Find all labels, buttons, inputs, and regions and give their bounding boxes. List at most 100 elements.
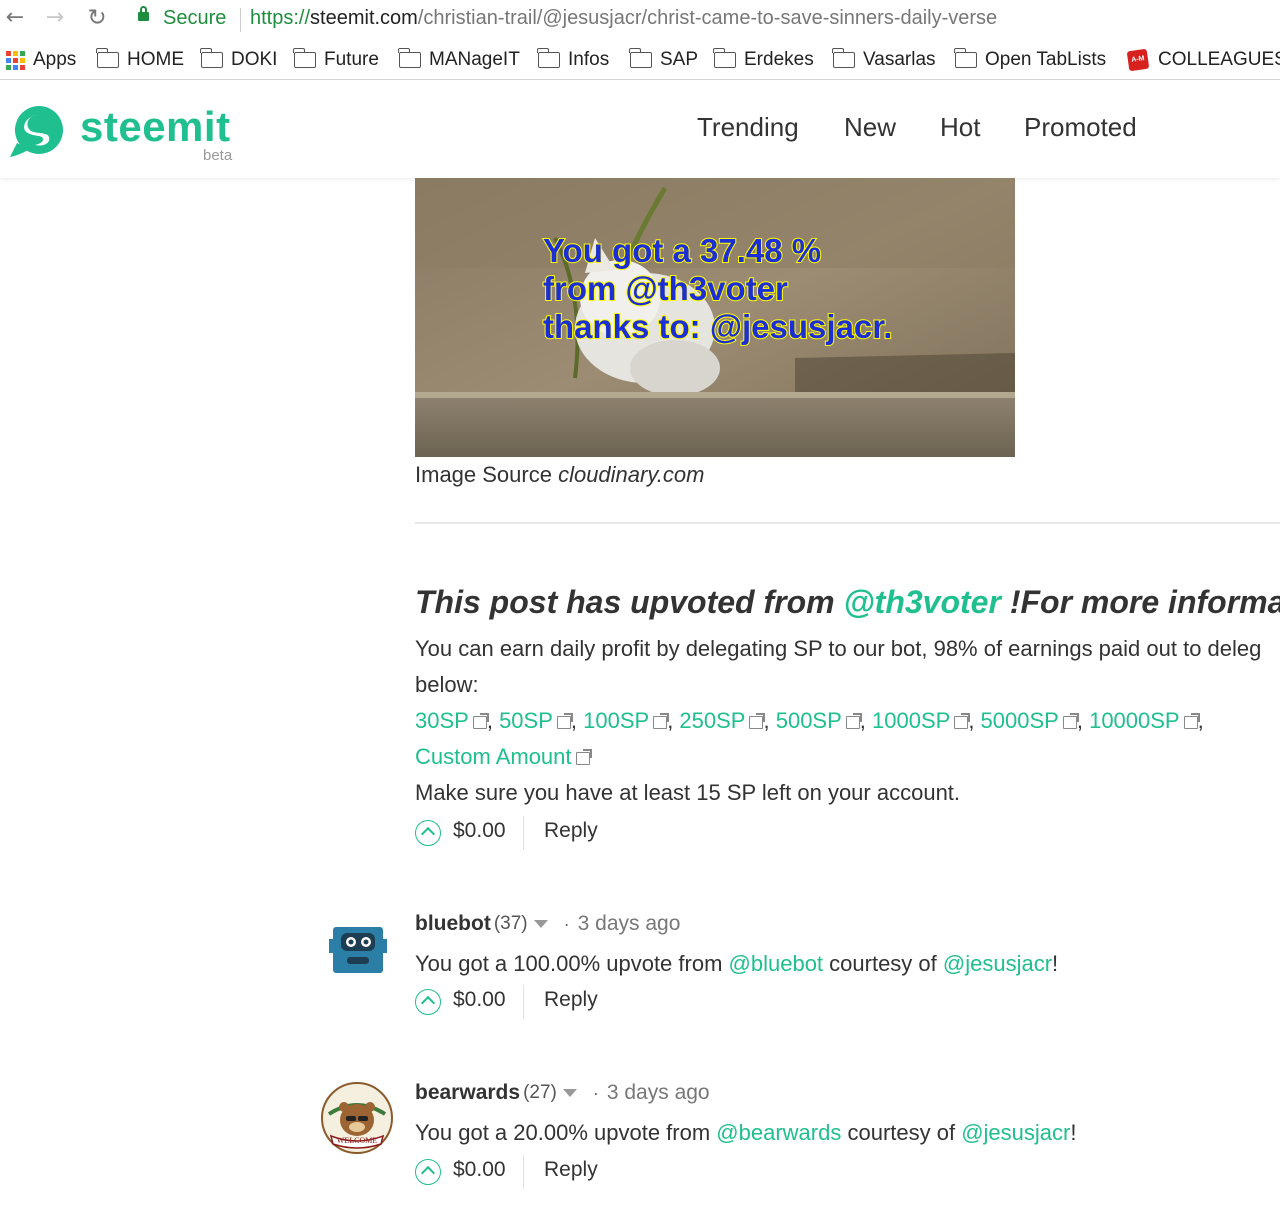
url-scheme: https:// <box>250 7 311 29</box>
delegate-30sp-link[interactable]: 30SP <box>415 708 489 733</box>
custom-amount-line: Custom Amount <box>415 744 592 770</box>
heading-user-link[interactable]: @th3voter <box>843 584 1000 620</box>
author-reputation: (27) <box>523 1082 557 1103</box>
chevron-down-icon[interactable] <box>562 1089 577 1097</box>
overlay-line-3: thanks to: @jesusjacr. <box>543 308 892 345</box>
bookmark-label: MANageIT <box>429 49 520 70</box>
nav-trending[interactable]: Trending <box>697 112 799 143</box>
bookmark-manageit[interactable]: MANageIT <box>398 48 520 72</box>
delegate-5000sp-link[interactable]: 5000SP <box>981 708 1079 733</box>
meta-separator: · <box>592 1082 599 1103</box>
delegate-500sp-link[interactable]: 500SP <box>776 708 862 733</box>
vote-separator <box>523 1155 524 1189</box>
external-link-icon <box>653 713 670 729</box>
bluebot-avatar[interactable] <box>319 911 395 987</box>
bookmark-vasarlas[interactable]: Vasarlas <box>832 48 936 72</box>
bluebot-vote-row: $0.00 Reply <box>415 985 715 1019</box>
secure-label: Secure <box>163 7 227 29</box>
comment-age[interactable]: 3 days ago <box>607 1081 710 1105</box>
voter-line-1: You can earn daily profit by delegating … <box>415 636 1262 661</box>
heading-suffix: !For more informatio <box>1009 584 1280 620</box>
bearwards-comment-body: You got a 20.00% upvote from @bearwards … <box>415 1120 1077 1145</box>
bookmark-label: SAP <box>660 49 699 70</box>
url-path: /christian-trail/@jesusjacr/christ-came-… <box>417 7 998 29</box>
folder-icon <box>293 48 316 68</box>
reply-link[interactable]: Reply <box>544 1158 598 1182</box>
caption-prefix: Image Source <box>415 462 559 487</box>
payout-amount[interactable]: $0.00 <box>453 819 506 843</box>
lock-icon <box>138 6 149 21</box>
mention-link[interactable]: @bluebot <box>729 951 824 976</box>
chevron-down-icon[interactable] <box>533 920 548 928</box>
steemit-logo-icon[interactable] <box>9 103 65 159</box>
author-reputation: (37) <box>493 913 528 934</box>
delegate-custom-link[interactable]: Custom Amount <box>415 744 592 769</box>
bookmark-future[interactable]: Future <box>293 48 379 72</box>
caption-source: cloudinary.com <box>558 462 705 487</box>
bookmark-label: Vasarlas <box>863 49 936 70</box>
bearwards-vote-row: $0.00 Reply <box>415 1155 715 1189</box>
folder-icon <box>629 48 652 68</box>
bookmarks-bar: Apps HOME DOKI Future MANageIT Infos SAP… <box>0 38 1280 80</box>
mention-link[interactable]: @jesusjacr <box>961 1120 1070 1145</box>
upvote-icon[interactable] <box>415 989 441 1015</box>
comment-age[interactable]: 3 days ago <box>578 912 681 936</box>
bluebot-meta: bluebot (37) · 3 days ago <box>415 912 680 936</box>
apps-grid-icon <box>6 50 25 70</box>
bookmark-sap[interactable]: SAP <box>629 48 699 72</box>
bookmark-home[interactable]: HOME <box>96 48 184 72</box>
forward-arrow-icon[interactable]: → <box>42 4 68 32</box>
comment-author[interactable]: bearwards <box>415 1081 520 1105</box>
vote-separator <box>523 816 524 850</box>
external-link-icon <box>1062 713 1079 729</box>
voter-heading: This post has upvoted from @th3voter !Fo… <box>415 584 1280 621</box>
external-link-icon <box>556 713 573 729</box>
url-text[interactable]: https://steemit.com/christian-trail/@jes… <box>250 7 997 30</box>
external-link-icon <box>954 713 971 729</box>
bookmark-erdekes[interactable]: Erdekes <box>713 48 814 72</box>
external-link-icon <box>575 749 592 765</box>
am-logo-icon: A-M <box>1126 48 1150 72</box>
mention-link[interactable]: @bearwards <box>716 1120 841 1145</box>
reload-icon[interactable]: ↻ <box>84 4 110 32</box>
delegate-10000sp-link[interactable]: 10000SP <box>1089 708 1200 733</box>
bookmark-open-tablists[interactable]: Open TabLists <box>954 48 1106 72</box>
nav-hot[interactable]: Hot <box>940 112 980 143</box>
bookmark-label: Erdekes <box>744 49 814 70</box>
nav-new[interactable]: New <box>844 112 896 143</box>
meta-separator: · <box>563 913 570 934</box>
bookmark-label: Apps <box>33 49 77 70</box>
delegate-1000sp-link[interactable]: 1000SP <box>872 708 971 733</box>
overlay-line-1: You got a 37.48 % <box>543 232 821 269</box>
bookmark-apps[interactable]: Apps <box>6 48 76 72</box>
bookmark-label: HOME <box>127 49 184 70</box>
url-separator <box>240 8 241 32</box>
upvote-icon[interactable] <box>415 820 441 846</box>
heading-prefix: This post has upvoted from <box>415 584 844 620</box>
payout-amount[interactable]: $0.00 <box>453 1158 506 1182</box>
address-bar[interactable]: Secure https://steemit.com/christian-tra… <box>124 2 1280 36</box>
upvote-icon[interactable] <box>415 1159 441 1185</box>
folder-icon <box>954 48 977 68</box>
payout-amount[interactable]: $0.00 <box>453 988 506 1012</box>
folder-icon <box>713 48 736 68</box>
logo-text[interactable]: steemit <box>80 103 231 151</box>
voter-line-4: Make sure you have at least 15 SP left o… <box>415 780 961 805</box>
mention-link[interactable]: @jesusjacr <box>943 951 1052 976</box>
bearwards-avatar[interactable]: WELCOME <box>319 1080 395 1156</box>
reply-link[interactable]: Reply <box>544 819 598 843</box>
voter-vote-row: $0.00 Reply <box>415 816 715 850</box>
delegate-100sp-link[interactable]: 100SP <box>583 708 670 733</box>
bookmark-doki[interactable]: DOKI <box>200 48 277 72</box>
folder-icon <box>96 48 119 68</box>
delegate-50sp-link[interactable]: 50SP <box>499 708 573 733</box>
back-arrow-icon[interactable]: ← <box>2 4 28 32</box>
folder-icon <box>537 48 560 68</box>
nav-promoted[interactable]: Promoted <box>1024 112 1137 143</box>
site-header: steemit beta Trending New Hot Promoted <box>0 81 1280 178</box>
delegate-250sp-link[interactable]: 250SP <box>679 708 766 733</box>
bookmark-infos[interactable]: Infos <box>537 48 609 72</box>
comment-author[interactable]: bluebot <box>415 912 491 936</box>
bookmark-colleagues[interactable]: A-M COLLEAGUES <box>1126 48 1280 72</box>
reply-link[interactable]: Reply <box>544 988 598 1012</box>
